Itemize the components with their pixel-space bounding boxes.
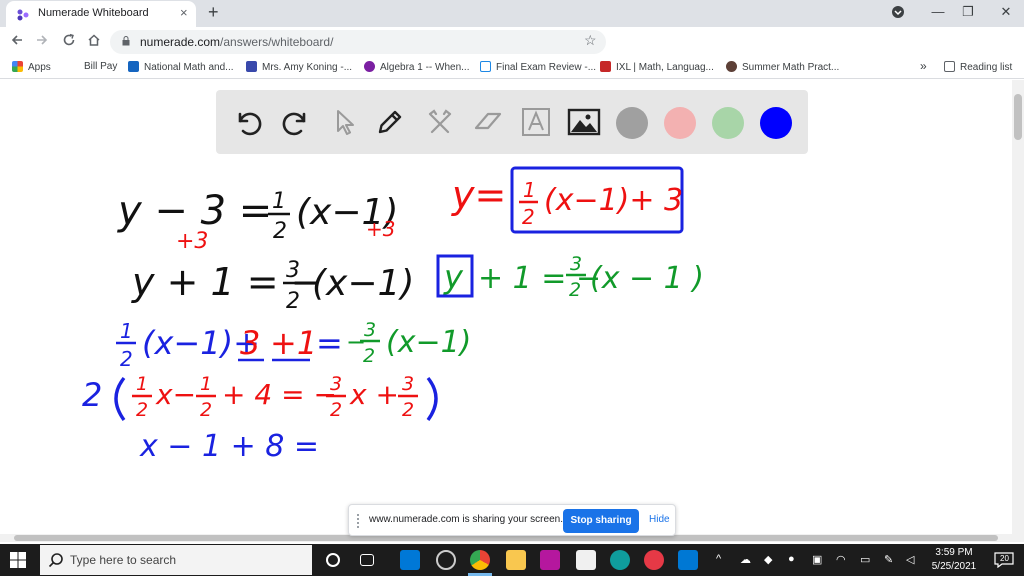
forward-button[interactable] xyxy=(33,33,51,51)
bookmark-favicon-icon xyxy=(600,61,611,72)
tab-close-button[interactable]: × xyxy=(180,5,188,20)
bookmarks-overflow-button[interactable]: » xyxy=(920,59,927,73)
pen-icon[interactable]: ✎ xyxy=(884,553,893,566)
gray-color-swatch[interactable] xyxy=(616,107,648,139)
pencil-icon[interactable] xyxy=(372,104,408,140)
tab-strip: Numerade Whiteboard × + — ❐ ✕ xyxy=(0,0,1024,27)
media-app-icon[interactable] xyxy=(436,550,456,570)
url-text: numerade.com/answers/whiteboard/ xyxy=(140,35,333,49)
undo-icon[interactable] xyxy=(230,104,266,140)
onedrive-icon[interactable]: ☁ xyxy=(740,553,751,566)
home-icon xyxy=(88,34,100,46)
windows-start-icon[interactable] xyxy=(10,552,26,568)
browser-tab[interactable]: Numerade Whiteboard × xyxy=(6,1,196,27)
close-window-button[interactable]: ✕ xyxy=(996,4,1016,20)
lock-icon xyxy=(122,36,130,46)
bookmark-favicon-icon xyxy=(246,61,257,72)
blue-color-swatch[interactable] xyxy=(760,107,792,139)
redo-icon[interactable] xyxy=(278,104,314,140)
hide-button[interactable]: Hide xyxy=(649,514,670,525)
reading-list-button[interactable]: Reading list xyxy=(944,61,1012,73)
text-icon[interactable] xyxy=(518,104,554,140)
bookmark-final-exam[interactable]: Final Exam Review -... xyxy=(480,61,596,73)
task-view-icon[interactable] xyxy=(360,554,374,566)
bookmark-apps[interactable]: Apps xyxy=(12,61,51,73)
tray-app-icon[interactable]: ● xyxy=(788,553,795,565)
back-button[interactable] xyxy=(8,33,26,51)
bookmark-favicon-icon xyxy=(364,61,375,72)
tray-chevron-icon[interactable]: ^ xyxy=(716,553,721,565)
red-color-swatch[interactable] xyxy=(664,107,696,139)
reading-list-icon xyxy=(944,61,955,72)
edge-icon[interactable] xyxy=(610,550,630,570)
bookmark-bill-pay[interactable]: Bill Pay xyxy=(84,61,117,72)
share-message: www.numerade.com is sharing your screen. xyxy=(369,514,563,525)
bookmark-star-icon[interactable]: ☆ xyxy=(584,32,597,49)
clock-time[interactable]: 3:59 PM xyxy=(930,547,978,558)
new-tab-button[interactable]: + xyxy=(208,2,219,23)
whiteboard-toolbar xyxy=(216,90,808,154)
home-button[interactable] xyxy=(85,33,103,51)
notification-count: 20 xyxy=(1000,554,1009,563)
app-icon[interactable] xyxy=(540,550,560,570)
minimize-button[interactable]: — xyxy=(928,4,948,19)
pointer-icon[interactable] xyxy=(326,104,362,140)
bookmark-summer-math[interactable]: Summer Math Pract... xyxy=(726,61,839,73)
bookmark-algebra-1[interactable]: Algebra 1 -- When... xyxy=(364,61,469,73)
taskbar-search-box[interactable]: Type here to search xyxy=(40,545,312,575)
browser-toolbar: numerade.com/answers/whiteboard/ ☆ E ⋮ xyxy=(0,27,1024,78)
bookmark-favicon-icon xyxy=(480,61,491,72)
apps-grid-icon xyxy=(12,61,23,72)
bookmark-favicon-icon xyxy=(128,61,139,72)
stop-sharing-button[interactable]: Stop sharing xyxy=(563,509,639,533)
image-icon[interactable] xyxy=(566,104,602,140)
store-icon[interactable] xyxy=(576,550,596,570)
wifi-icon[interactable]: ◠ xyxy=(836,553,846,566)
tab-search-icon[interactable] xyxy=(888,5,908,22)
drag-handle-icon[interactable] xyxy=(357,514,361,528)
tab-title: Numerade Whiteboard xyxy=(38,7,149,19)
screen-share-banner: www.numerade.com is sharing your screen.… xyxy=(348,504,676,536)
chrome-taskbar-icon[interactable] xyxy=(470,550,490,570)
battery-icon[interactable]: ▭ xyxy=(860,553,870,566)
bookmark-amy-koning[interactable]: Mrs. Amy Koning -... xyxy=(246,61,352,73)
forward-arrow-icon xyxy=(37,35,48,45)
photos-app-icon[interactable] xyxy=(400,550,420,570)
tools-icon[interactable] xyxy=(422,104,458,140)
eraser-icon[interactable] xyxy=(470,104,506,140)
green-color-swatch[interactable] xyxy=(712,107,744,139)
bookmark-ixl[interactable]: IXL | Math, Languag... xyxy=(600,61,714,73)
volume-icon[interactable]: ◁ xyxy=(906,553,914,566)
restore-button[interactable]: ❐ xyxy=(958,4,978,20)
cortana-icon[interactable] xyxy=(326,553,340,567)
url-host: numerade.com xyxy=(140,35,221,49)
bookmark-national-math[interactable]: National Math and... xyxy=(128,61,234,73)
clock-date[interactable]: 5/25/2021 xyxy=(928,561,980,572)
dropbox-icon[interactable]: ◆ xyxy=(764,553,772,566)
address-bar[interactable]: numerade.com/answers/whiteboard/ ☆ xyxy=(110,30,606,54)
vertical-scrollbar[interactable] xyxy=(1012,80,1024,542)
tray-app-icon[interactable]: ▣ xyxy=(812,553,822,566)
app-icon[interactable] xyxy=(644,550,664,570)
bookmarks-bar: Apps Bill Pay National Math and... Mrs. … xyxy=(0,57,1024,79)
windows-taskbar: Type here to search ^ ☁ ◆ ● ▣ ◠ ▭ ✎ ◁ 3:… xyxy=(0,544,1024,576)
bookmark-favicon-icon xyxy=(726,61,737,72)
file-explorer-icon[interactable] xyxy=(506,550,526,570)
back-arrow-icon xyxy=(11,35,22,45)
url-path: /answers/whiteboard/ xyxy=(220,35,334,49)
numerade-favicon-icon xyxy=(17,9,29,21)
scrollbar-thumb[interactable] xyxy=(1014,94,1022,140)
notification-center-button[interactable]: 20 xyxy=(994,552,1016,569)
reload-button[interactable] xyxy=(60,33,78,51)
reload-icon xyxy=(63,33,75,46)
outlook-icon[interactable] xyxy=(678,550,698,570)
search-placeholder: Type here to search xyxy=(70,553,177,567)
search-icon xyxy=(48,553,63,568)
